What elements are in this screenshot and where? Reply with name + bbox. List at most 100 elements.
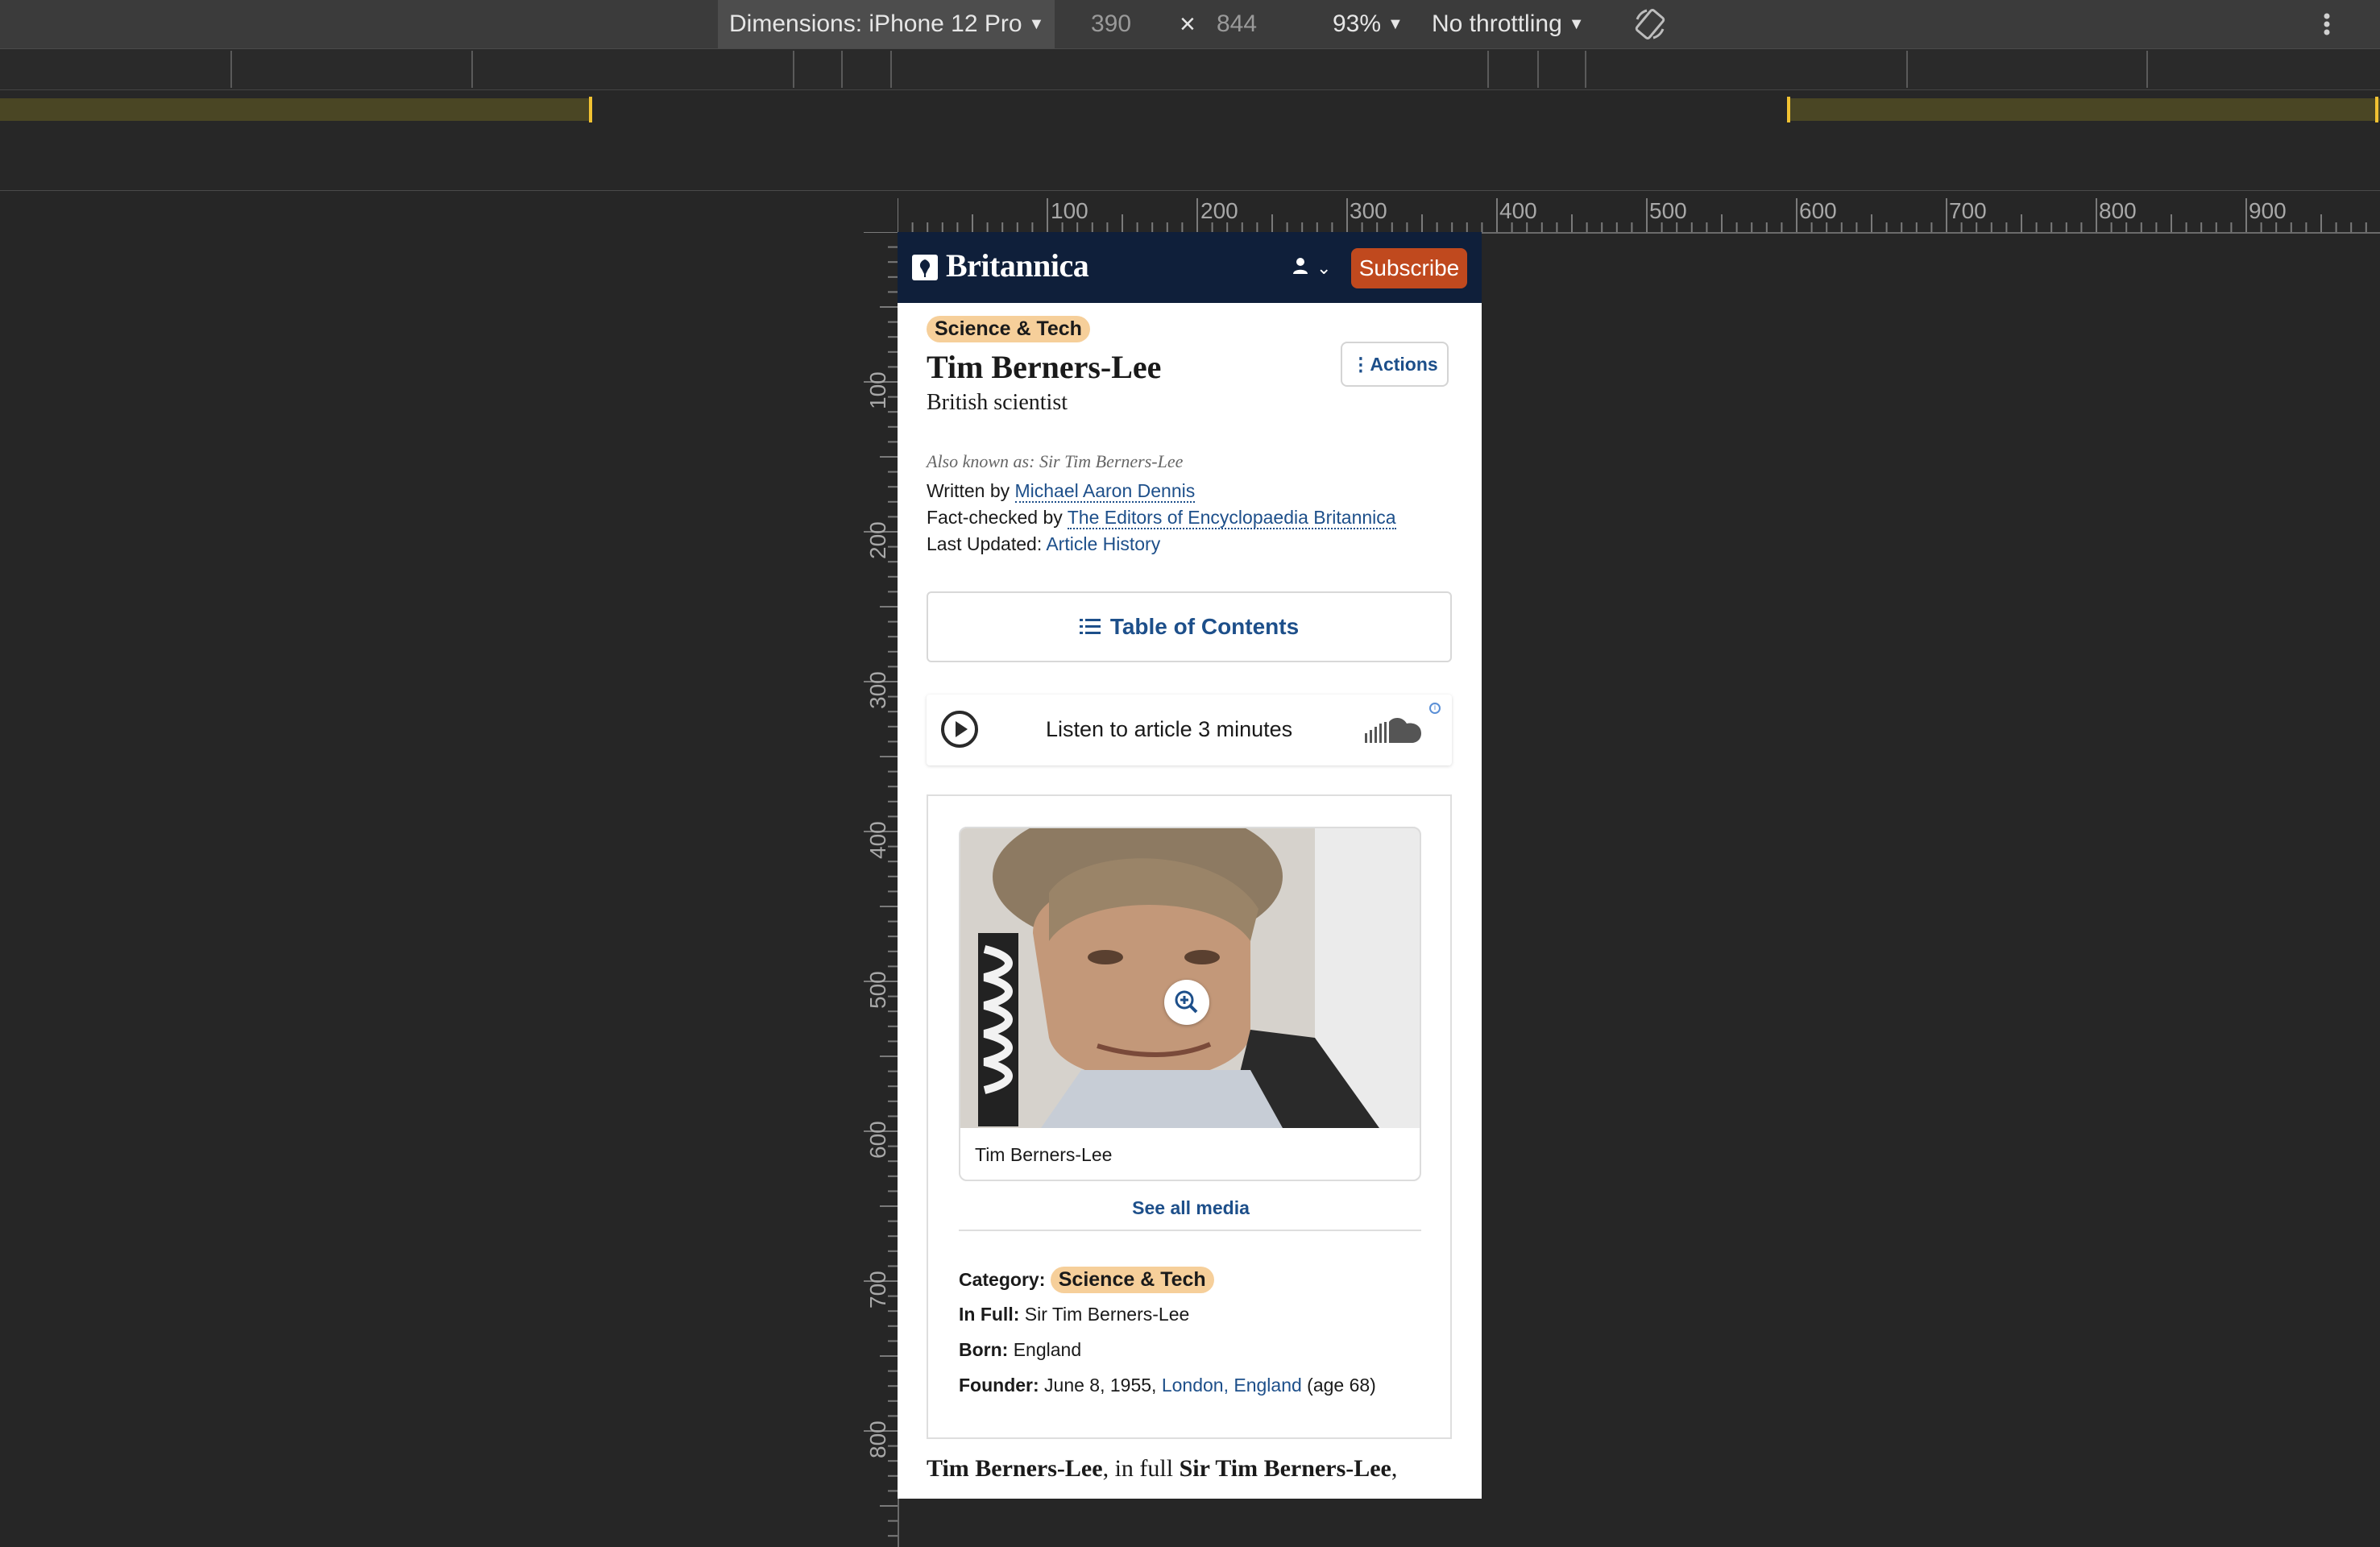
fact-value: June 8, 1955, (1044, 1375, 1157, 1396)
divider (959, 1230, 1421, 1231)
horizontal-ruler: 100 200 300 400 500 600 700 800 900 (898, 198, 2380, 234)
subscribe-button[interactable]: Subscribe (1351, 248, 1467, 288)
media-query-max-width[interactable] (0, 98, 591, 121)
toc-label: Table of Contents (1109, 614, 1300, 639)
page-subtitle: British scientist (927, 390, 1068, 415)
width-input[interactable]: 390 (1091, 0, 1131, 48)
breakpoint-tick (2146, 51, 2148, 88)
breakpoint-tick (1906, 51, 1908, 88)
list-icon (1079, 619, 1101, 634)
britannica-thistle-icon[interactable] (912, 255, 938, 280)
table-of-contents-button[interactable]: Table of Contents (927, 591, 1452, 662)
ruler-label: 100 (865, 371, 890, 409)
fact-value: Sir Tim Berners-Lee (1024, 1304, 1190, 1325)
breakpoint-tick (841, 51, 843, 88)
ruler-label: 500 (865, 971, 890, 1009)
soundcloud-icon[interactable] (1363, 714, 1424, 746)
fact-in-full: In Full: Sir Tim Berners-Lee (959, 1304, 1189, 1325)
device-breakpoints-bar[interactable] (0, 49, 2380, 90)
page-title: Tim Berners-Lee (927, 349, 1162, 385)
ruler-label: 500 (1649, 198, 1687, 223)
also-known-as: Also known as: Sir Tim Berners-Lee (927, 451, 1184, 471)
actions-button[interactable]: ⋮Actions (1341, 342, 1449, 387)
zoom-in-icon[interactable] (1164, 980, 1209, 1025)
user-icon[interactable] (1292, 256, 1308, 276)
article-media-box: Tim Berners-Lee See all media Category: … (927, 794, 1452, 1439)
written-by-label: Written by (927, 480, 1010, 501)
ruler-label: 400 (1499, 198, 1537, 223)
vertical-ruler: 100 200 300 400 500 600 700 800 (864, 232, 899, 1547)
more-vertical-icon[interactable] (2322, 0, 2332, 48)
category-tag[interactable]: Science & Tech (927, 316, 1090, 342)
article-history-link[interactable]: Article History (1046, 533, 1160, 554)
breakpoint-tick (471, 51, 473, 88)
fact-born: Born: England (959, 1339, 1081, 1361)
fact-checked-line: Fact-checked by The Editors of Encyclopa… (927, 507, 1396, 529)
ruler-label: 300 (1350, 198, 1387, 223)
ruler-ticks (864, 232, 898, 1537)
caret-down-icon: ▼ (1387, 15, 1404, 33)
actions-label: Actions (1370, 354, 1438, 375)
fact-value: England (1013, 1339, 1082, 1360)
author-link[interactable]: Michael Aaron Dennis (1014, 480, 1196, 503)
media-query-edge (589, 97, 592, 122)
fact-checked-label: Fact-checked by (927, 507, 1063, 528)
photo-caption: Tim Berners-Lee (975, 1144, 1113, 1165)
ruler-label: 100 (1051, 198, 1088, 223)
ruler-label: 900 (2249, 198, 2287, 223)
dimensions-select[interactable]: Dimensions: iPhone 12 Pro ▼ (718, 0, 1055, 48)
device-toolbar: Dimensions: iPhone 12 Pro ▼ 390 × 844 93%… (0, 0, 2380, 49)
lead-fullname: Sir Tim Berners-Lee (1179, 1455, 1391, 1482)
more-vertical-icon: ⋮ (1351, 354, 1370, 375)
fact-checker-link[interactable]: The Editors of Encyclopaedia Britannica (1067, 507, 1396, 529)
ruler-label: 800 (2099, 198, 2137, 223)
device-viewport[interactable]: Britannica ⌄ Subscribe Science & Tech Ti… (898, 232, 1482, 1499)
written-by-line: Written by Michael Aaron Dennis (927, 480, 1196, 503)
ruler-label: 700 (1949, 198, 1987, 223)
ruler-ticks (898, 198, 2367, 232)
fact-label: Category: (959, 1269, 1046, 1290)
site-header: Britannica ⌄ Subscribe (898, 232, 1482, 303)
times-symbol: × (1180, 9, 1196, 39)
fact-label: In Full: (959, 1304, 1020, 1325)
rotate-icon[interactable] (1631, 5, 1669, 44)
article-lead-paragraph: Tim Berners-Lee, in full Sir Tim Berners… (927, 1455, 1397, 1483)
last-updated-line: Last Updated: Article History (927, 533, 1160, 555)
lead-name: Tim Berners-Lee (927, 1455, 1103, 1482)
caret-down-icon: ▼ (1568, 15, 1585, 33)
height-input[interactable]: 844 (1217, 0, 1257, 48)
ruler-label: 600 (865, 1121, 890, 1159)
photo-card[interactable]: Tim Berners-Lee (959, 827, 1421, 1181)
ruler-label: 300 (865, 671, 890, 709)
fact-value: (age 68) (1307, 1375, 1376, 1396)
place-link[interactable]: London, England (1162, 1375, 1302, 1396)
breakpoint-tick (1537, 51, 1539, 88)
portrait-photo[interactable] (960, 828, 1420, 1128)
see-all-media-link[interactable]: See all media (928, 1197, 1453, 1219)
ruler-label: 200 (1200, 198, 1238, 223)
media-query-min-width[interactable] (1787, 98, 2380, 121)
throttling-label: No throttling (1432, 10, 1562, 37)
info-icon[interactable]: i (1429, 703, 1441, 714)
breakpoint-tick (1585, 51, 1586, 88)
britannica-logo[interactable]: Britannica (946, 247, 1089, 284)
ruler-label: 600 (1799, 198, 1837, 223)
breakpoint-tick (1487, 51, 1489, 88)
breakpoint-tick (793, 51, 794, 88)
ruler-label: 800 (865, 1421, 890, 1458)
zoom-select[interactable]: 93% ▼ (1333, 0, 1404, 48)
listen-label[interactable]: Listen to article 3 minutes (1046, 717, 1292, 742)
ruler-label: 200 (865, 521, 890, 559)
chevron-down-icon[interactable]: ⌄ (1316, 258, 1331, 279)
caret-down-icon: ▼ (1028, 15, 1045, 33)
fact-category: Category: Science & Tech (959, 1267, 1214, 1293)
fact-label: Founder: (959, 1375, 1039, 1396)
breakpoint-tick (890, 51, 892, 88)
breakpoint-tick (230, 51, 232, 88)
listen-to-article-widget: Listen to article 3 minutes i (927, 695, 1452, 765)
throttling-select[interactable]: No throttling ▼ (1432, 0, 1585, 48)
category-tag[interactable]: Science & Tech (1050, 1267, 1214, 1293)
ruler-label: 400 (865, 821, 890, 859)
zoom-label: 93% (1333, 10, 1382, 37)
play-icon[interactable] (939, 709, 980, 749)
